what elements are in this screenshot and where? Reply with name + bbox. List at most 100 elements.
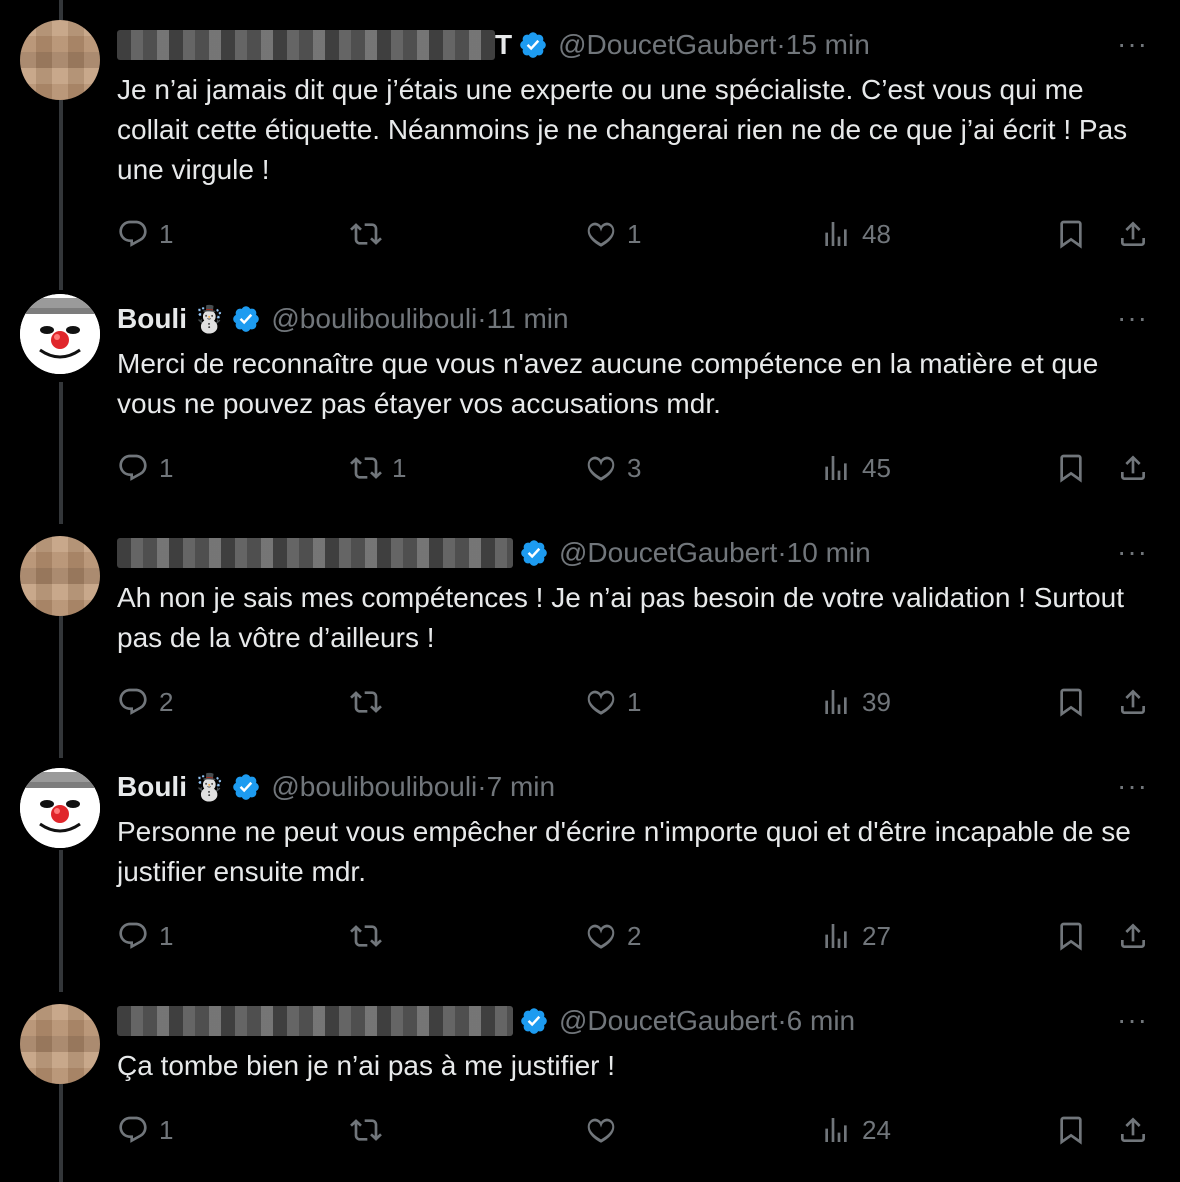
reply-count: 1 xyxy=(159,920,174,951)
reply-button[interactable]: 1 xyxy=(117,214,173,254)
retweet-button[interactable] xyxy=(350,682,392,722)
reply-icon xyxy=(119,922,147,949)
views-button[interactable]: 45 xyxy=(820,448,891,488)
like-button[interactable] xyxy=(585,1110,627,1150)
tweet-actions: 1 24 xyxy=(117,1110,1157,1150)
reply-button[interactable]: 2 xyxy=(117,682,173,722)
handle[interactable]: @DoucetGaubert xyxy=(558,29,776,61)
tweet[interactable]: Bouli ☃️ @bouliboulibouli · 11 min ··· M… xyxy=(0,270,1180,504)
retweet-icon xyxy=(350,1119,382,1141)
bookmark-button[interactable] xyxy=(1055,214,1087,254)
tweet[interactable]: T @DoucetGaubert · 15 min ··· Je n’ai ja… xyxy=(0,0,1180,270)
avatar[interactable] xyxy=(20,294,100,374)
like-count: 1 xyxy=(627,218,642,249)
display-name[interactable]: Bouli xyxy=(117,771,187,803)
retweet-button[interactable] xyxy=(350,916,392,956)
timestamp[interactable]: 7 min xyxy=(487,771,555,803)
avatar[interactable] xyxy=(20,1004,100,1084)
more-options-icon[interactable]: ··· xyxy=(1117,536,1148,568)
tweet-header: @DoucetGaubert · 10 min xyxy=(117,533,871,573)
heart-icon xyxy=(587,456,615,481)
tweet-header: @DoucetGaubert · 6 min xyxy=(117,1001,855,1041)
bookmark-button[interactable] xyxy=(1055,916,1087,956)
verified-badge-icon xyxy=(233,774,260,800)
reply-button[interactable]: 1 xyxy=(117,1110,173,1150)
share-button[interactable] xyxy=(1117,448,1149,488)
blurred-display-name xyxy=(117,1006,513,1036)
reply-button[interactable]: 1 xyxy=(117,916,173,956)
avatar[interactable] xyxy=(20,536,100,616)
analytics-icon xyxy=(825,222,847,246)
timestamp[interactable]: 11 min xyxy=(487,303,569,335)
share-button[interactable] xyxy=(1117,214,1149,254)
verified-badge-icon xyxy=(521,540,547,566)
verified-badge-icon xyxy=(521,1008,547,1034)
like-count: 1 xyxy=(627,686,642,717)
retweet-button[interactable]: 1 xyxy=(350,448,406,488)
tweet-text: Merci de reconnaître que vous n'avez auc… xyxy=(117,348,1099,419)
display-name[interactable]: Bouli xyxy=(117,303,187,335)
handle[interactable]: @DoucetGaubert xyxy=(559,537,777,569)
views-button[interactable]: 48 xyxy=(820,214,891,254)
views-button[interactable]: 24 xyxy=(820,1110,891,1150)
avatar[interactable] xyxy=(20,768,100,848)
analytics-icon xyxy=(825,456,847,480)
tweet[interactable]: @DoucetGaubert · 6 min ··· Ça tombe bien… xyxy=(0,972,1180,1182)
retweet-button[interactable] xyxy=(350,214,392,254)
avatar[interactable] xyxy=(20,20,100,100)
tweet-header: T @DoucetGaubert · 15 min xyxy=(117,25,870,65)
tweet-actions: 1 2 27 xyxy=(117,916,1157,956)
bookmark-button[interactable] xyxy=(1055,682,1087,722)
handle[interactable]: @DoucetGaubert xyxy=(559,1005,777,1037)
bookmark-button[interactable] xyxy=(1055,1110,1087,1150)
reply-button[interactable]: 1 xyxy=(117,448,173,488)
retweet-icon xyxy=(350,223,382,245)
like-count: 3 xyxy=(627,452,642,483)
like-button[interactable]: 3 xyxy=(585,448,641,488)
verified-badge-icon xyxy=(520,32,546,58)
separator: · xyxy=(777,537,787,568)
tweet[interactable]: @DoucetGaubert · 10 min ··· Ah non je sa… xyxy=(0,504,1180,738)
analytics-icon xyxy=(825,924,847,948)
retweet-icon xyxy=(350,457,382,479)
timestamp[interactable]: 15 min xyxy=(786,29,870,61)
more-options-icon[interactable]: ··· xyxy=(1117,28,1148,60)
verified-badge-icon xyxy=(233,306,260,332)
retweet-count: 1 xyxy=(392,452,407,483)
bookmark-icon xyxy=(1060,688,1082,717)
timestamp[interactable]: 10 min xyxy=(787,537,871,569)
view-count: 39 xyxy=(862,686,891,717)
reply-count: 1 xyxy=(159,218,174,249)
like-button[interactable]: 1 xyxy=(585,214,641,254)
handle[interactable]: @bouliboulibouli xyxy=(271,303,477,335)
tweet[interactable]: Bouli ☃️ @bouliboulibouli · 7 min ··· Pe… xyxy=(0,738,1180,972)
views-button[interactable]: 39 xyxy=(820,682,891,722)
share-button[interactable] xyxy=(1117,1110,1149,1150)
heart-icon xyxy=(587,1118,615,1143)
share-button[interactable] xyxy=(1117,682,1149,722)
tweet-actions: 1 1 3 45 xyxy=(117,448,1157,488)
view-count: 24 xyxy=(862,1114,891,1145)
retweet-button[interactable] xyxy=(350,1110,392,1150)
more-options-icon[interactable]: ··· xyxy=(1117,302,1148,334)
reply-count: 2 xyxy=(159,686,174,717)
display-name[interactable]: T xyxy=(495,29,512,61)
view-count: 45 xyxy=(862,452,891,483)
handle[interactable]: @bouliboulibouli xyxy=(271,771,477,803)
like-button[interactable]: 1 xyxy=(585,682,641,722)
like-button[interactable]: 2 xyxy=(585,916,641,956)
tweet-actions: 2 1 39 xyxy=(117,682,1157,722)
bookmark-icon xyxy=(1060,220,1082,249)
share-button[interactable] xyxy=(1117,916,1149,956)
snowman-avatar-icon xyxy=(20,294,100,374)
more-options-icon[interactable]: ··· xyxy=(1117,1004,1148,1036)
bookmark-icon xyxy=(1060,1116,1082,1145)
bookmark-button[interactable] xyxy=(1055,448,1087,488)
view-count: 27 xyxy=(862,920,891,951)
timestamp[interactable]: 6 min xyxy=(787,1005,855,1037)
separator: · xyxy=(776,29,786,60)
views-button[interactable]: 27 xyxy=(820,916,891,956)
reply-icon xyxy=(119,220,147,247)
bookmark-icon xyxy=(1060,454,1082,483)
more-options-icon[interactable]: ··· xyxy=(1117,770,1148,802)
